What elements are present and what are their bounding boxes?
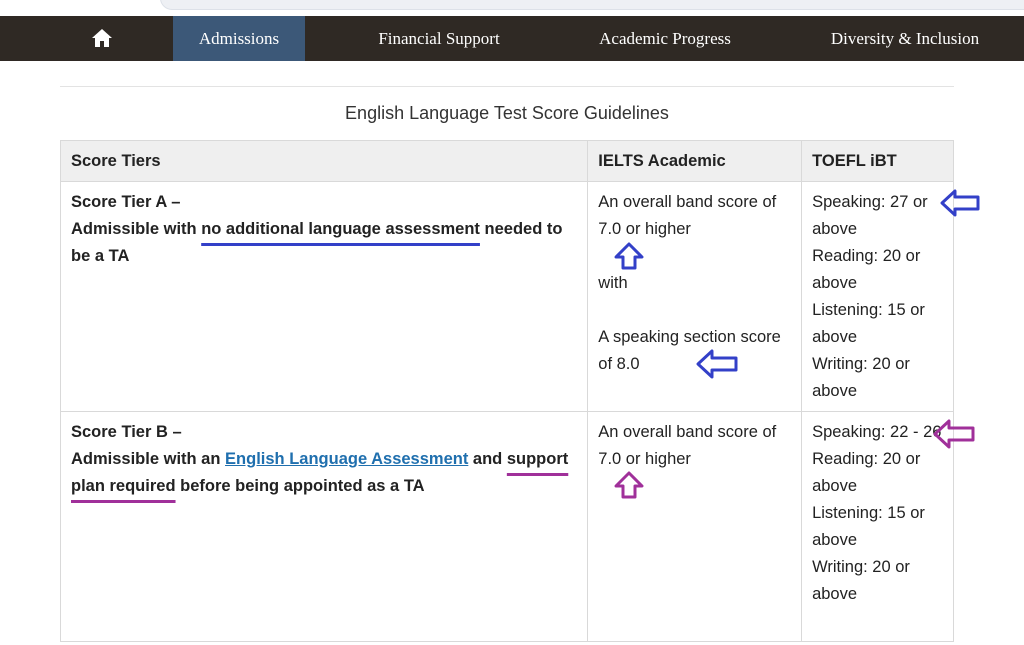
table-caption: English Language Test Score Guidelines: [345, 103, 669, 123]
tier-a-title: Score Tier A –: [71, 193, 181, 211]
main-nav: Admissions Financial Support Academic Pr…: [0, 16, 1024, 61]
tier-a-text-pre: Admissible with: [71, 220, 202, 238]
tier-a-toefl-speaking: Speaking: 27 or above: [812, 193, 928, 238]
tier-b-text-mid: and: [468, 450, 507, 468]
arrow-left-icon: [696, 349, 738, 379]
tier-b-ielts-overall: An overall band score of 7.0 or higher: [598, 423, 777, 468]
nav-academic-progress[interactable]: Academic Progress: [575, 16, 755, 61]
tier-b-toefl-writing: Writing: 20 or above: [812, 558, 910, 603]
table-row-tier-a: Score Tier A – Admissible with no additi…: [59, 181, 954, 412]
tier-b-toefl-listening: Listening: 15 or above: [812, 504, 925, 549]
tier-b-title: Score Tier B –: [71, 423, 182, 441]
header-toefl: TOEFL iBT: [801, 140, 954, 182]
tier-b-cell: Score Tier B – Admissible with an Englis…: [59, 411, 589, 642]
arrow-left-icon: [933, 419, 975, 449]
nav-home[interactable]: [80, 16, 124, 61]
tier-a-ielts-with: with: [598, 274, 628, 292]
header-score-tiers: Score Tiers: [59, 140, 589, 182]
arrow-up-icon: [614, 471, 644, 499]
tier-a-highlight: no additional language assessment: [201, 220, 480, 238]
nav-diversity-inclusion[interactable]: Diversity & Inclusion: [800, 16, 1010, 61]
nav-admissions[interactable]: Admissions: [173, 16, 305, 61]
tier-a-toefl-cell: Speaking: 27 or above Reading: 20 or abo…: [801, 181, 954, 412]
divider: [60, 86, 954, 87]
score-guidelines-table: Score Tiers IELTS Academic TOEFL iBT Sco…: [59, 140, 954, 642]
table-row-tier-b: Score Tier B – Admissible with an Englis…: [59, 411, 954, 642]
tier-b-text-post: before being appointed as a TA: [175, 477, 425, 495]
tier-b-toefl-speaking: Speaking: 22 - 26: [812, 423, 942, 441]
english-language-assessment-link[interactable]: English Language Assessment: [225, 450, 468, 468]
header-ielts: IELTS Academic: [587, 140, 803, 182]
address-bar[interactable]: [160, 0, 1024, 10]
tier-a-ielts-cell: An overall band score of 7.0 or higher w…: [587, 181, 803, 412]
tier-a-toefl-reading: Reading: 20 or above: [812, 247, 921, 292]
tier-a-ielts-overall: An overall band score of 7.0 or higher: [598, 193, 777, 238]
nav-financial-support[interactable]: Financial Support: [350, 16, 528, 61]
tier-a-cell: Score Tier A – Admissible with no additi…: [59, 181, 589, 412]
arrow-up-icon: [614, 242, 644, 270]
table-header-row: Score Tiers IELTS Academic TOEFL iBT: [59, 140, 954, 182]
home-icon: [92, 29, 112, 47]
browser-top-strip: [0, 0, 1024, 16]
tier-a-ielts-speaking: A speaking section score of 8.0: [598, 328, 781, 373]
arrow-left-icon: [940, 189, 980, 217]
tier-b-ielts-cell: An overall band score of 7.0 or higher: [587, 411, 803, 642]
tier-a-toefl-listening: Listening: 15 or above: [812, 301, 925, 346]
tier-a-toefl-writing: Writing: 20 or above: [812, 355, 910, 400]
tier-b-toefl-reading: Reading: 20 or above: [812, 450, 921, 495]
tier-b-text-pre: Admissible with an: [71, 450, 226, 468]
tier-b-toefl-cell: Speaking: 22 - 26 Reading: 20 or above L…: [801, 411, 954, 642]
